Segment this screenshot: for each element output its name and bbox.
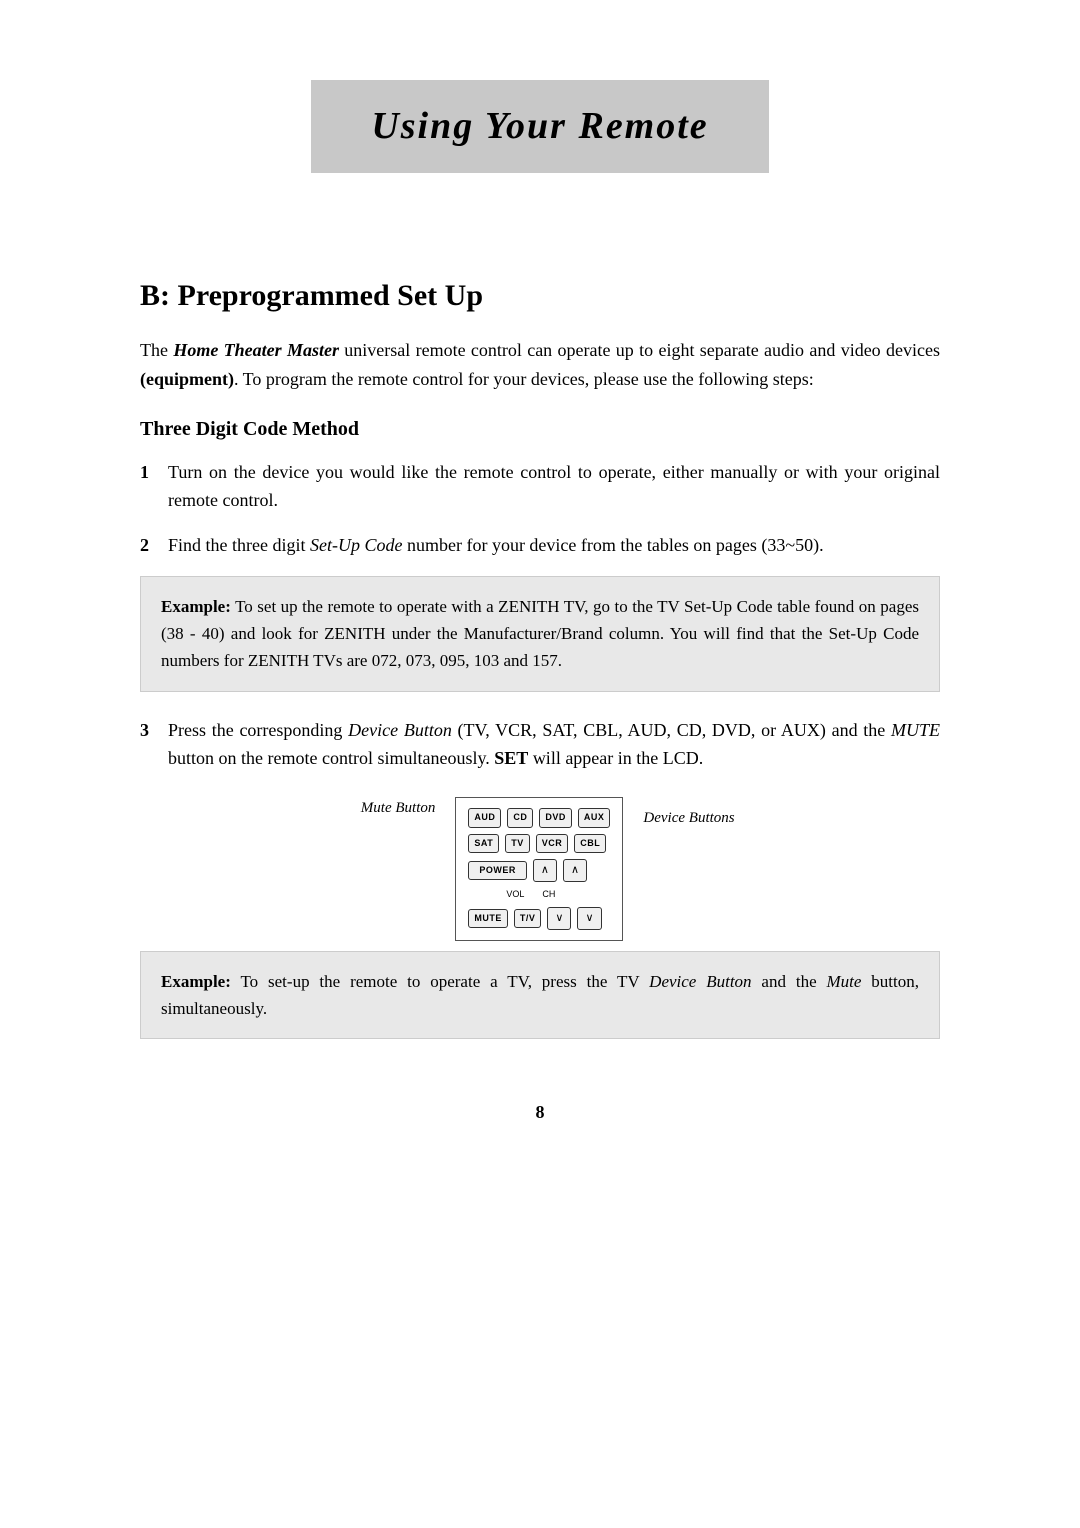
page-number: 8 <box>140 1099 940 1126</box>
vcr-button: VCR <box>536 834 569 854</box>
step-1: 1 Turn on the device you would like the … <box>140 458 940 516</box>
remote-row-3: POWER ∧ ∧ <box>468 859 610 882</box>
intro-text: The Home Theater Master universal remote… <box>140 336 940 394</box>
cd-button: CD <box>507 808 533 828</box>
ch-up-button: ∧ <box>563 859 587 882</box>
step-1-text: Turn on the device you would like the re… <box>168 458 940 516</box>
tv-button: TV <box>505 834 530 854</box>
dvd-button: DVD <box>539 808 572 828</box>
page-title-box: Using Your Remote <box>311 80 768 173</box>
vol-up-button: ∧ <box>533 859 557 882</box>
step-2: 2 Find the three digit Set-Up Code numbe… <box>140 531 940 560</box>
ch-down-button: ∨ <box>577 907 601 930</box>
remote-panel: AUD CD DVD AUX SAT TV VCR CBL POWER ∧ ∧ … <box>455 797 623 941</box>
aux-button: AUX <box>578 808 611 828</box>
page-title: Using Your Remote <box>371 105 708 147</box>
vol-down-button: ∨ <box>547 907 571 930</box>
mute-button-label: Mute Button <box>361 797 436 820</box>
mute-button: MUTE <box>468 909 508 929</box>
step-3: 3 Press the corresponding Device Button … <box>140 716 940 774</box>
device-buttons-label: Device Buttons <box>643 802 734 826</box>
ch-label: CH <box>542 888 555 902</box>
device-buttons-label-col: Device Buttons <box>643 797 734 830</box>
aud-button: AUD <box>468 808 501 828</box>
step-2-text: Find the three digit Set-Up Code number … <box>168 531 940 560</box>
step-1-number: 1 <box>140 458 168 486</box>
power-button: POWER <box>468 861 527 881</box>
subsection-heading: Three Digit Code Method <box>140 414 940 444</box>
section-heading: B: Preprogrammed Set Up <box>140 273 940 318</box>
sat-button: SAT <box>468 834 499 854</box>
vol-label: VOL <box>506 888 524 902</box>
example-box-2-text: Example: To set-up the remote to operate… <box>161 972 919 1018</box>
step-3-number: 3 <box>140 716 168 744</box>
example-box-1: Example: To set up the remote to operate… <box>140 576 940 692</box>
vol-ch-label-row: VOL CH <box>468 888 610 902</box>
mute-button-label-col: Mute Button <box>345 797 435 826</box>
remote-row-2: SAT TV VCR CBL <box>468 834 610 854</box>
example-box-1-text: Example: To set up the remote to operate… <box>161 597 919 670</box>
remote-row-1: AUD CD DVD AUX <box>468 808 610 828</box>
remote-diagram: Mute Button AUD CD DVD AUX SAT TV VCR CB… <box>140 797 940 941</box>
cbl-button: CBL <box>574 834 606 854</box>
step-3-text: Press the corresponding Device Button (T… <box>168 716 940 774</box>
step-2-number: 2 <box>140 531 168 559</box>
remote-row-4: MUTE T/V ∨ ∨ <box>468 907 610 930</box>
example-box-2: Example: To set-up the remote to operate… <box>140 951 940 1039</box>
tv-slash-button: T/V <box>514 909 542 929</box>
